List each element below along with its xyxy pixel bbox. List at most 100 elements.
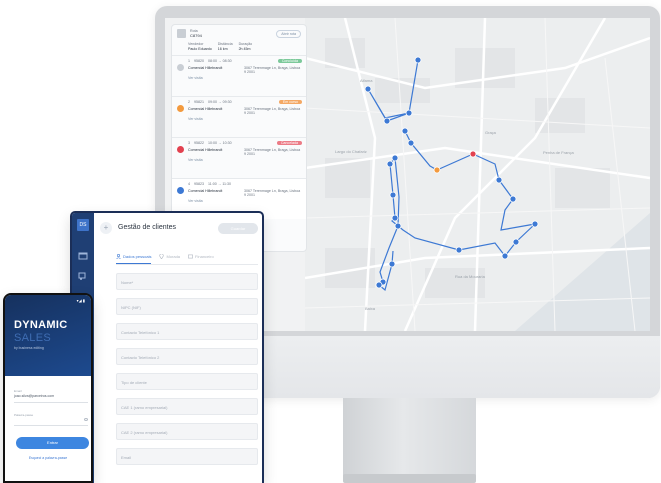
form-field[interactable]: Contacto Telefónico 1	[116, 323, 258, 340]
stop-code: 95823	[194, 182, 204, 186]
phone-device: ▾◢ ▮ DYNAMIC SALES by business editing E…	[3, 293, 93, 483]
eye-icon[interactable]	[84, 418, 88, 421]
meta-label: Vendedor	[188, 42, 204, 46]
map-stop-marker[interactable]	[469, 150, 477, 158]
map-stop-marker[interactable]	[433, 166, 441, 174]
map-stop-marker[interactable]	[394, 222, 402, 230]
stop-address: 3067 Terenmage Ln, Braga, Lisboa 9 2001	[244, 107, 301, 115]
tab-address[interactable]: Morada	[159, 251, 180, 264]
meta-value: 2h 45m	[238, 47, 251, 51]
brand-sales: SALES	[14, 332, 51, 344]
add-client-button[interactable]: +	[100, 222, 112, 234]
monitor-stand	[343, 398, 476, 478]
form-tabs: Dados pessoais Morada Financeiro	[116, 251, 258, 265]
map-stop-marker[interactable]	[407, 139, 415, 147]
open-route-button[interactable]: Abrir rota	[276, 29, 301, 38]
map-stop-marker[interactable]	[364, 85, 372, 93]
monitor-base	[343, 474, 476, 483]
route-map[interactable]: Alfama Graça Largo do Chafariz Penha de Fr…	[305, 18, 650, 331]
page-title: Gestão de clientes	[118, 224, 176, 231]
stop-order: 3	[188, 141, 190, 145]
stop-order: 2	[188, 100, 190, 104]
stop-time: 10:00 → 10:30	[208, 141, 232, 145]
map-stop-marker[interactable]	[414, 56, 422, 64]
tab-personal-data[interactable]: Dados pessoais	[116, 251, 152, 264]
stop-order: 1	[188, 59, 190, 63]
stop-client-name: Comercial Hillebrandt	[188, 189, 223, 193]
map-stop-marker[interactable]	[509, 195, 517, 203]
stop-client-name: Comercial Hillebrandt	[188, 148, 223, 152]
map-stop-marker[interactable]	[375, 281, 383, 289]
svg-text:Penha de França: Penha de França	[543, 150, 574, 155]
stop-list: 1 95820 08:00 → 08:30 Concluída Comercial Hi…	[172, 55, 306, 219]
brand-tagline: by business editing	[14, 346, 44, 350]
app-logo[interactable]: DS	[77, 219, 89, 231]
meta-value: Paulo Eduardo	[188, 47, 212, 51]
tab-financial[interactable]: Financeiro	[188, 251, 214, 264]
login-button[interactable]: Entrar	[16, 437, 89, 449]
tab-label: Financeiro	[195, 254, 214, 259]
map-stop-marker[interactable]	[455, 246, 463, 254]
map-stop-marker[interactable]	[386, 160, 394, 168]
svg-text:Alfama: Alfama	[360, 78, 373, 83]
map-stop-marker[interactable]	[401, 127, 409, 135]
save-button[interactable]: Guardar	[218, 223, 258, 234]
form-field[interactable]: Contacto Telefónico 2	[116, 348, 258, 365]
status-bar: ▾◢ ▮	[76, 298, 85, 303]
map-stop-marker[interactable]	[388, 260, 396, 268]
form-field[interactable]: Nome*	[116, 273, 258, 290]
map-stop-marker[interactable]	[531, 220, 539, 228]
stop-status-dot	[177, 105, 184, 112]
stop-status-dot	[177, 187, 184, 194]
stop-order: 4	[188, 182, 190, 186]
forgot-password-link[interactable]: Esqueci a palavra-passe	[5, 456, 91, 460]
store-icon[interactable]	[78, 251, 88, 260]
map-canvas[interactable]: Alfama Graça Largo do Chafariz Penha de Fr…	[305, 18, 650, 331]
route-id: C8794	[190, 33, 202, 38]
view-visit-link[interactable]: Ver visita	[188, 76, 302, 80]
stop-time: 09:00 → 09:30	[208, 100, 232, 104]
svg-text:Graça: Graça	[485, 130, 497, 135]
stop-item[interactable]: 2 95821 09:00 → 09:30 Em curso Comercial Hil…	[172, 96, 306, 137]
marketing-composite: Alfama Graça Largo do Chafariz Penha de Fr…	[0, 0, 661, 483]
map-stop-marker[interactable]	[383, 117, 391, 125]
form-field[interactable]: CAE 2 (ramo empresarial)	[116, 423, 258, 440]
map-stop-marker[interactable]	[495, 176, 503, 184]
stop-client-name: Comercial Hillebrandt	[188, 66, 223, 70]
stop-code: 95821	[194, 100, 204, 104]
map-stop-marker[interactable]	[389, 191, 397, 199]
stop-client-name: Comercial Hillebrandt	[188, 107, 223, 111]
card-icon	[188, 254, 193, 259]
map-stop-marker[interactable]	[391, 214, 399, 222]
login-hero: ▾◢ ▮ DYNAMIC SALES by business editing	[5, 295, 91, 376]
form-field[interactable]: NIPC (NIF)	[116, 298, 258, 315]
meta-label: Distância	[217, 42, 233, 46]
view-visit-link[interactable]: Ver visita	[188, 117, 302, 121]
map-stop-marker[interactable]	[501, 252, 509, 260]
map-stop-marker[interactable]	[405, 109, 413, 117]
stop-item[interactable]: 3 95822 10:00 → 10:30 Cancelada Comercial Hi…	[172, 137, 306, 178]
svg-text:Baixa: Baixa	[365, 306, 376, 311]
stop-address: 3067 Terenmage Ln, Braga, Lisboa 9 2001	[244, 66, 301, 74]
stop-status-dot	[177, 64, 184, 71]
route-avatar	[177, 29, 186, 38]
tablet-device: DS + Gestão de clientes Guardar Dados pe…	[70, 211, 264, 483]
stop-item[interactable]: 1 95820 08:00 → 08:30 Concluída Comercial Hi…	[172, 55, 306, 96]
view-visit-link[interactable]: Ver visita	[188, 158, 302, 162]
person-icon	[116, 253, 121, 259]
stop-status-dot	[177, 146, 184, 153]
map-stop-marker[interactable]	[512, 238, 520, 246]
brand-dynamic: DYNAMIC	[14, 319, 68, 331]
stop-code: 95820	[194, 59, 204, 63]
stop-time: 11:00 → 11:30	[208, 182, 232, 186]
form-field[interactable]: CAE 1 (ramo empresarial)	[116, 398, 258, 415]
password-field[interactable]	[14, 417, 88, 426]
form-field[interactable]: Tipo de cliente	[116, 373, 258, 390]
map-stop-marker[interactable]	[391, 154, 399, 162]
stop-code: 95822	[194, 141, 204, 145]
view-visit-link[interactable]: Ver visita	[188, 199, 302, 203]
tab-label: Morada	[166, 254, 181, 259]
form-field[interactable]: Email	[116, 448, 258, 465]
email-field[interactable]: joao.silva@parceiros.com	[14, 394, 88, 403]
truck-icon[interactable]	[78, 271, 88, 280]
